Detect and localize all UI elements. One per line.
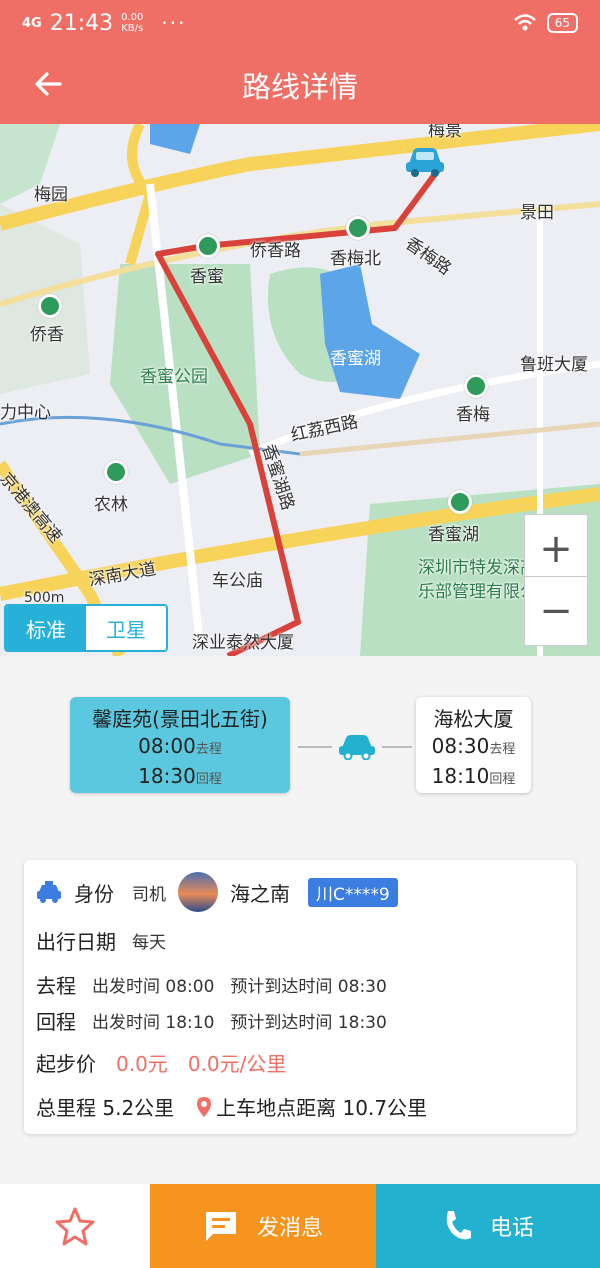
time-value: 18:10 xyxy=(431,764,490,788)
time-value: 08:30 xyxy=(431,734,490,758)
message-icon xyxy=(205,1212,236,1241)
identity-label: 身份 xyxy=(74,881,114,906)
favorite-button[interactable] xyxy=(0,1184,150,1268)
map-type-standard[interactable]: 标准 xyxy=(6,606,86,650)
go-arrive-time: 预计到达时间 08:30 xyxy=(230,977,387,997)
end-go-time: 08:30去程 xyxy=(426,733,521,763)
start-go-time: 08:00去程 xyxy=(80,733,280,763)
metro-station-icon xyxy=(464,374,488,398)
map-label: 香蜜湖 xyxy=(330,349,381,369)
route-map[interactable]: 梅景 梅园 景田 侨香路 香蜜 香梅北 香梅路 侨香 香蜜公园 香蜜湖 鲁班大厦… xyxy=(0,124,600,656)
call-button[interactable]: 电话 xyxy=(376,1184,600,1268)
go-row: 去程 出发时间 08:00 预计到达时间 08:30 xyxy=(36,970,387,999)
back-row: 回程 出发时间 18:10 预计到达时间 18:30 xyxy=(36,1006,387,1035)
time-label: 回程 xyxy=(489,772,516,787)
map-label: 梅景 xyxy=(428,124,462,141)
back-depart-time: 出发时间 18:10 xyxy=(92,1013,215,1033)
map-label: 深业泰然大厦 xyxy=(192,633,294,653)
identity-value: 司机 xyxy=(132,884,166,905)
battery-indicator: 65 xyxy=(546,13,578,33)
call-label: 电话 xyxy=(489,1216,534,1241)
driver-avatar[interactable] xyxy=(178,872,218,912)
network-indicator: 4G xyxy=(22,15,42,31)
price-row: 起步价 0.0元 0.0元/公里 xyxy=(36,1048,286,1077)
date-label: 出行日期 xyxy=(36,930,116,954)
speed-unit: KB/s xyxy=(121,23,144,34)
back-arrive-time: 预计到达时间 18:30 xyxy=(230,1013,387,1033)
map-label: 梅园 xyxy=(34,185,68,205)
map-label: 侨香路 xyxy=(250,241,301,261)
metro-station-icon xyxy=(104,460,128,484)
metro-station-icon xyxy=(346,216,370,240)
send-message-label: 发消息 xyxy=(256,1216,323,1241)
map-label: 香蜜湖 xyxy=(428,525,479,545)
map-type-satellite[interactable]: 卫星 xyxy=(86,606,166,650)
app-bar: 路线详情 xyxy=(0,46,600,124)
car-icon xyxy=(339,735,375,760)
start-stop-card[interactable]: 馨庭苑(景田北五街) 08:00去程 18:30回程 xyxy=(70,697,290,793)
metro-station-icon xyxy=(448,490,472,514)
price-per-km: 0.0元/公里 xyxy=(187,1052,287,1076)
go-depart-time: 出发时间 08:00 xyxy=(92,977,215,997)
wifi-icon xyxy=(513,14,536,31)
map-type-toggle: 标准 卫星 xyxy=(4,604,168,652)
bottom-action-bar: 发消息 电话 xyxy=(0,1184,600,1268)
more-notifications-icon: ··· xyxy=(161,11,187,35)
route-connector-line xyxy=(298,746,332,748)
trip-info-card: 身份 司机 海之南 川C****9 出行日期 每天 去程 出发时间 08:00 … xyxy=(24,860,576,1134)
time-label: 回程 xyxy=(195,772,222,787)
car-marker-icon xyxy=(404,142,446,178)
phone-icon xyxy=(446,1211,471,1240)
pickup-distance-group: 上车地点距离 10.7公里 xyxy=(196,1092,427,1121)
map-label: 鲁班大厦 xyxy=(520,355,588,375)
date-row: 出行日期 每天 xyxy=(36,926,166,955)
back-label: 回程 xyxy=(36,1010,76,1034)
identity-row: 身份 司机 海之南 川C****9 xyxy=(36,872,398,912)
date-value: 每天 xyxy=(132,933,166,953)
time-label: 去程 xyxy=(489,742,516,757)
end-stop-card[interactable]: 海松大厦 08:30去程 18:10回程 xyxy=(416,697,531,793)
status-bar: 4G 21:43 0.00 KB/s ··· 65 xyxy=(0,0,600,46)
zoom-in-button[interactable]: + xyxy=(524,514,588,584)
map-label: 景田 xyxy=(520,203,554,223)
speed-value: 0.00 xyxy=(121,12,144,23)
start-back-time: 18:30回程 xyxy=(80,763,280,793)
pickup-distance: 上车地点距离 10.7公里 xyxy=(216,1096,428,1120)
star-icon xyxy=(55,1207,95,1246)
time-value: 08:00 xyxy=(138,734,196,758)
map-label: 香梅北 xyxy=(330,249,381,269)
metro-station-icon xyxy=(196,234,220,258)
status-time: 21:43 xyxy=(49,10,114,36)
time-value: 18:30 xyxy=(138,764,196,788)
location-pin-icon xyxy=(197,1096,212,1117)
send-message-button[interactable]: 发消息 xyxy=(150,1184,376,1268)
map-label: 香蜜 xyxy=(190,267,224,287)
end-stop-name: 海松大厦 xyxy=(433,707,514,731)
time-label: 去程 xyxy=(195,742,222,757)
distance-row: 总里程 5.2公里 上车地点距离 10.7公里 xyxy=(36,1092,427,1121)
taxi-icon xyxy=(37,881,61,903)
license-plate-badge: 川C****9 xyxy=(308,877,398,907)
total-distance: 总里程 5.2公里 xyxy=(36,1096,175,1120)
start-stop-name: 馨庭苑(景田北五街) xyxy=(92,707,268,731)
route-summary: 馨庭苑(景田北五街) 08:00去程 18:30回程 海松大厦 08:30去程 … xyxy=(0,656,600,836)
driver-name: 海之南 xyxy=(230,881,290,906)
map-label: 香梅 xyxy=(456,405,490,425)
map-label: 侨香 xyxy=(30,325,64,345)
net-speed: 0.00 KB/s xyxy=(121,12,143,34)
go-label: 去程 xyxy=(36,974,76,998)
metro-station-icon xyxy=(38,294,62,318)
map-label: 力中心 xyxy=(0,403,51,423)
map-label: 香蜜公园 xyxy=(140,367,208,387)
zoom-out-button[interactable]: − xyxy=(524,576,588,646)
end-back-time: 18:10回程 xyxy=(426,763,521,793)
price-label: 起步价 xyxy=(36,1052,96,1076)
start-price: 0.0元 xyxy=(116,1052,168,1076)
route-connector-line xyxy=(382,746,412,748)
map-label: 农林 xyxy=(94,495,128,515)
map-label: 车公庙 xyxy=(212,571,263,591)
page-title: 路线详情 xyxy=(241,70,358,104)
